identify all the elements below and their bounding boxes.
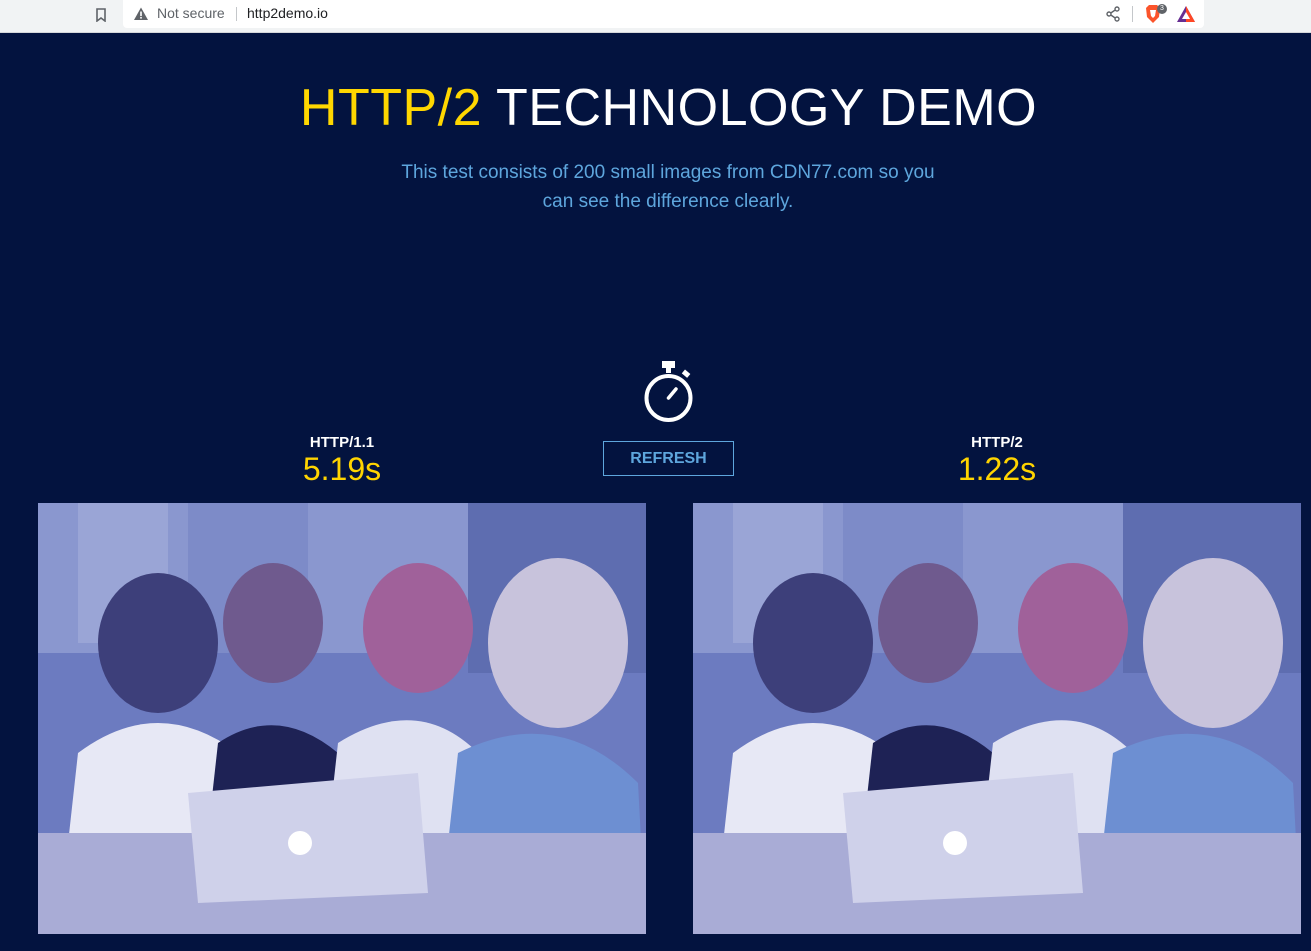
team-photo (693, 503, 1301, 934)
team-photo (38, 503, 646, 934)
http2-load-time: 1.22s (957, 451, 1037, 487)
url-text[interactable]: http2demo.io (247, 5, 328, 21)
stopwatch-icon (644, 361, 693, 422)
share-icon[interactable] (1104, 5, 1122, 23)
http1-label: HTTP/1.1 (309, 434, 375, 451)
address-bar[interactable]: Not secure http2demo.io 3 (123, 0, 1204, 28)
omnibox-divider (236, 7, 237, 21)
page-title: HTTP/2 TECHNOLOGY DEMO (0, 78, 1311, 138)
http2-image-grid (693, 503, 1301, 934)
omnibox-divider (1132, 6, 1133, 22)
refresh-button[interactable]: REFRESH (603, 441, 734, 476)
warning-icon[interactable] (133, 6, 149, 22)
http2-label: HTTP/2 (971, 434, 1023, 451)
title-accent: HTTP/2 (299, 79, 483, 137)
title-rest: TECHNOLOGY DEMO (482, 79, 1038, 137)
security-status-label[interactable]: Not secure (157, 5, 225, 21)
http1-load-time: 5.19s (302, 451, 382, 487)
shields-count-badge: 3 (1157, 4, 1167, 14)
browser-toolbar: Not secure http2demo.io 3 (0, 0, 1311, 33)
subtitle: This test consists of 200 small images f… (401, 162, 935, 212)
http1-image-grid (38, 503, 646, 934)
brave-rewards-icon[interactable] (1176, 4, 1196, 24)
bookmark-icon[interactable] (90, 4, 112, 26)
